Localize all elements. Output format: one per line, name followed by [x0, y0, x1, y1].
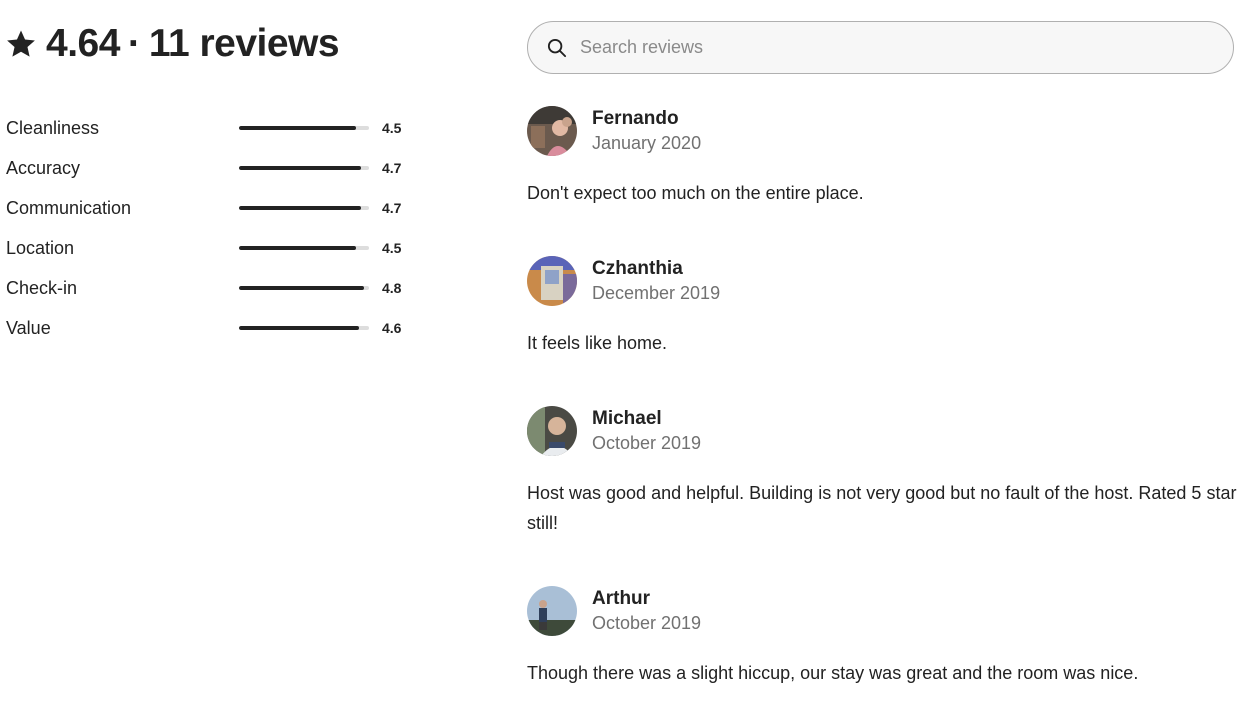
- category-value: 4.7: [382, 160, 402, 176]
- category-label: Value: [6, 317, 51, 338]
- overall-rating: 4.64: [46, 22, 120, 65]
- reviewer-name: Michael: [592, 408, 662, 429]
- review-text: Don't expect too much on the entire plac…: [527, 183, 864, 203]
- avatar[interactable]: [527, 256, 577, 306]
- review-header: Arthur October 2019: [527, 586, 1237, 636]
- category-label: Location: [6, 237, 75, 258]
- reviewer-name: Fernando: [592, 108, 679, 129]
- rating-bar-fill: [239, 286, 364, 290]
- category-label: Accuracy: [6, 157, 81, 178]
- reviewer-name: Czhanthia: [592, 258, 683, 279]
- rating-bar: [239, 286, 369, 290]
- reviewer-info: Arthur October 2019: [592, 587, 701, 635]
- category-row: Value 4.6: [6, 308, 426, 348]
- category-value: 4.6: [382, 320, 402, 336]
- category-ratings: Cleanliness 4.5 Accuracy 4.7 Communicati…: [6, 108, 426, 348]
- reviewer-info: Czhanthia December 2019: [592, 257, 720, 305]
- summary-separator: ·: [127, 22, 141, 65]
- reviews-count: 11 reviews: [148, 22, 340, 65]
- reviewer-info: Michael October 2019: [592, 407, 701, 455]
- category-label: Cleanliness: [6, 117, 100, 138]
- rating-bar: [239, 166, 369, 170]
- review-header: Michael October 2019: [527, 406, 1237, 456]
- search-icon: [547, 38, 567, 58]
- category-row: Accuracy 4.7: [6, 148, 426, 188]
- category-row: Communication 4.7: [6, 188, 426, 228]
- review-date: January 2020: [592, 133, 702, 153]
- category-row: Location 4.5: [6, 228, 426, 268]
- review-item: Michael October 2019 Host was good and h…: [527, 406, 1237, 538]
- category-label: Communication: [6, 197, 132, 218]
- reviewer-info: Fernando January 2020: [592, 107, 701, 155]
- avatar[interactable]: [527, 586, 577, 636]
- review-date: October 2019: [592, 433, 702, 453]
- review-date: October 2019: [592, 613, 702, 633]
- review-header: Fernando January 2020: [527, 106, 1237, 156]
- category-label: Check-in: [6, 277, 78, 298]
- review-text: It feels like home.: [527, 333, 668, 353]
- rating-bar: [239, 126, 369, 130]
- review-text: Host was good and helpful. Building is n…: [527, 483, 1237, 533]
- category-value: 4.7: [382, 200, 402, 216]
- rating-bar-fill: [239, 246, 356, 250]
- category-value: 4.5: [382, 240, 402, 256]
- review-date: December 2019: [592, 283, 721, 303]
- review-item: Arthur October 2019 Though there was a s…: [527, 586, 1237, 688]
- rating-bar-fill: [239, 126, 356, 130]
- review-text: Though there was a slight hiccup, our st…: [527, 663, 1139, 683]
- category-row: Cleanliness 4.5: [6, 108, 426, 148]
- avatar[interactable]: [527, 106, 577, 156]
- star-icon: [6, 29, 36, 59]
- rating-summary: 4.64 · 11 reviews: [6, 20, 340, 68]
- category-value: 4.5: [382, 120, 402, 136]
- rating-bar: [239, 206, 369, 210]
- reviewer-name: Arthur: [592, 588, 651, 609]
- search-reviews-input[interactable]: [578, 36, 1182, 59]
- category-row: Check-in 4.8: [6, 268, 426, 308]
- rating-bar-fill: [239, 206, 362, 210]
- review-item: Fernando January 2020 Don't expect too m…: [527, 106, 1237, 208]
- category-value: 4.8: [382, 280, 402, 296]
- rating-bar: [239, 246, 369, 250]
- search-bar[interactable]: [527, 21, 1234, 74]
- avatar[interactable]: [527, 406, 577, 456]
- review-item: Czhanthia December 2019 It feels like ho…: [527, 256, 1237, 358]
- rating-bar: [239, 326, 369, 330]
- rating-bar-fill: [239, 166, 362, 170]
- review-header: Czhanthia December 2019: [527, 256, 1237, 306]
- rating-bar-fill: [239, 326, 359, 330]
